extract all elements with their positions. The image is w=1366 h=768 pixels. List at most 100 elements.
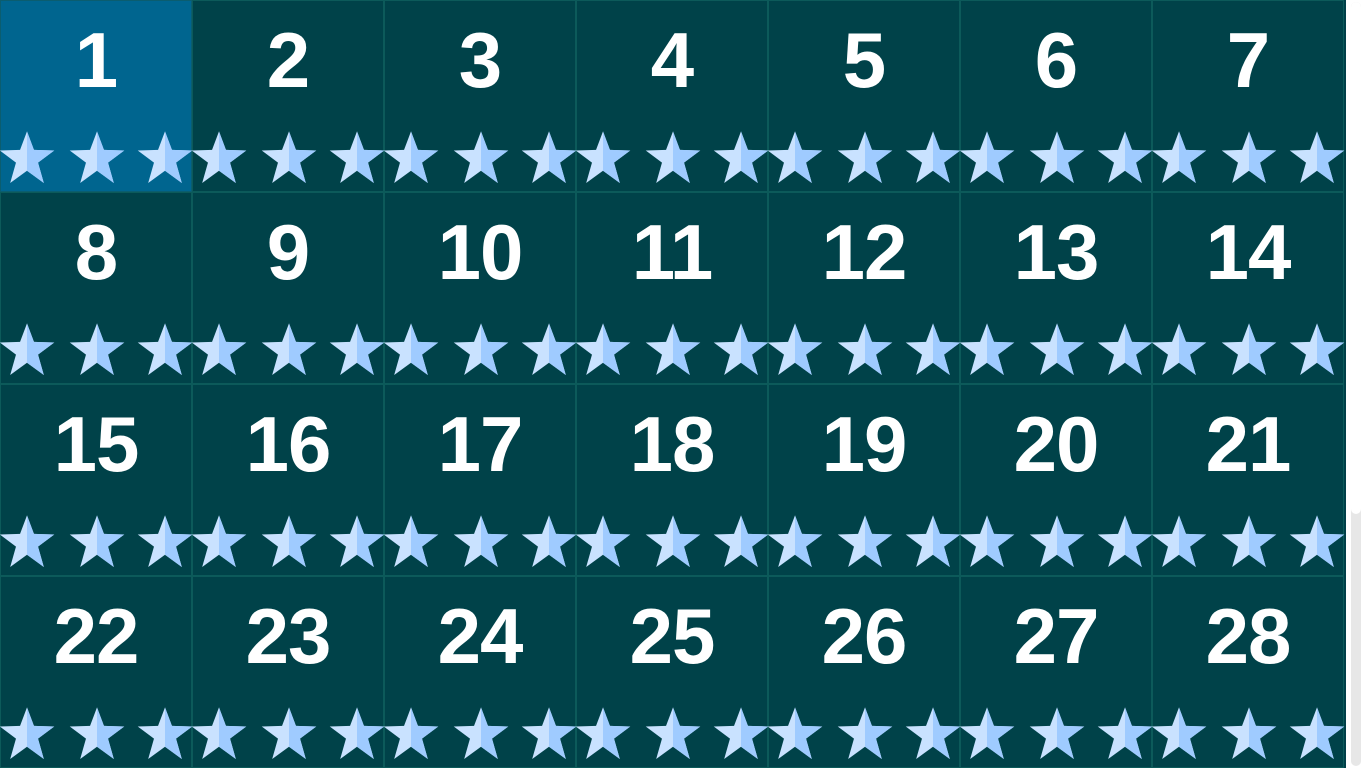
level-stars [190, 321, 385, 381]
star-icon [136, 321, 194, 379]
star-icon [766, 321, 824, 379]
level-tile-4[interactable]: 4 [574, 0, 769, 192]
star-icon [712, 513, 770, 571]
star-icon [958, 129, 1016, 187]
level-tile-20[interactable]: 20 [959, 384, 1154, 576]
level-stars [574, 321, 770, 381]
level-tile-19[interactable]: 19 [767, 384, 961, 576]
star-icon [260, 513, 318, 571]
level-tile-23[interactable]: 23 [191, 576, 386, 768]
level-stars [958, 129, 1154, 189]
level-number: 23 [245, 592, 332, 680]
star-icon [520, 129, 578, 187]
level-tile-26[interactable]: 26 [767, 576, 962, 768]
level-number: 20 [1013, 400, 1100, 488]
star-icon [958, 705, 1016, 763]
star-icon [574, 321, 632, 379]
level-tile-3[interactable]: 3 [383, 0, 578, 192]
star-icon [644, 129, 702, 187]
level-number: 7 [1226, 16, 1270, 104]
star-icon [190, 129, 248, 187]
star-icon [1288, 129, 1346, 187]
level-stars [958, 705, 1153, 765]
level-stars [958, 321, 1154, 381]
star-icon [1028, 129, 1086, 187]
star-icon [1096, 513, 1154, 571]
level-tile-9[interactable]: 9 [190, 192, 385, 384]
level-stars [190, 513, 386, 573]
level-tile-21[interactable]: 21 [1151, 384, 1346, 576]
level-tile-16[interactable]: 16 [190, 384, 386, 576]
level-tile-28[interactable]: 28 [1150, 576, 1346, 768]
star-icon [836, 513, 894, 571]
level-tile-15[interactable]: 15 [0, 384, 193, 576]
star-icon [1288, 705, 1346, 763]
star-icon [836, 129, 894, 187]
star-icon [260, 705, 318, 763]
star-icon [328, 513, 386, 571]
star-icon [574, 129, 632, 187]
star-icon [382, 513, 440, 571]
level-number: 24 [437, 592, 524, 680]
star-icon [452, 321, 510, 379]
level-stars [0, 129, 193, 189]
star-icon [0, 705, 56, 763]
level-tile-13[interactable]: 13 [958, 192, 1154, 384]
level-stars [1151, 129, 1346, 189]
star-icon [958, 321, 1016, 379]
level-tile-12[interactable]: 12 [766, 192, 962, 384]
level-number: 12 [821, 208, 908, 296]
level-tile-14[interactable]: 14 [1151, 192, 1345, 384]
star-icon [0, 321, 56, 379]
level-number: 28 [1205, 592, 1292, 680]
level-stars [767, 705, 962, 765]
star-icon [904, 321, 962, 379]
star-icon [1288, 513, 1346, 571]
level-tile-7[interactable]: 7 [1151, 0, 1346, 192]
level-tile-24[interactable]: 24 [382, 576, 577, 768]
level-tile-27[interactable]: 27 [958, 576, 1153, 768]
level-number: 26 [821, 592, 908, 680]
level-tile-5[interactable]: 5 [767, 0, 961, 192]
level-number: 10 [437, 208, 524, 296]
level-stars [382, 705, 577, 765]
star-icon [1028, 705, 1086, 763]
level-number: 5 [842, 16, 886, 104]
star-icon [1220, 321, 1278, 379]
vertical-scrollbar[interactable] [1346, 0, 1366, 768]
level-tile-1[interactable]: 1 [0, 0, 193, 192]
level-stars [1150, 705, 1346, 765]
level-tile-6[interactable]: 6 [958, 0, 1154, 192]
level-tile-17[interactable]: 17 [382, 384, 577, 576]
star-icon [260, 321, 318, 379]
star-icon [452, 705, 510, 763]
star-icon [68, 129, 126, 187]
level-number: 25 [629, 592, 716, 680]
level-stars [574, 129, 769, 189]
star-icon [190, 513, 248, 571]
level-tile-8[interactable]: 8 [0, 192, 194, 384]
star-icon [68, 705, 126, 763]
star-icon [1028, 321, 1086, 379]
star-icon [1096, 321, 1154, 379]
level-tile-25[interactable]: 25 [575, 576, 769, 768]
level-tile-18[interactable]: 18 [575, 384, 770, 576]
level-tile-2[interactable]: 2 [190, 0, 385, 192]
level-number: 13 [1013, 208, 1100, 296]
level-number: 1 [74, 16, 118, 104]
star-icon [1096, 129, 1154, 187]
level-stars [0, 513, 193, 573]
star-icon [382, 705, 440, 763]
star-icon [190, 321, 248, 379]
star-icon [712, 321, 770, 379]
level-number: 21 [1205, 400, 1292, 488]
star-icon [1150, 705, 1208, 763]
star-icon [328, 705, 386, 763]
level-stars [767, 513, 961, 573]
level-tile-10[interactable]: 10 [383, 192, 577, 384]
level-tile-11[interactable]: 11 [574, 192, 770, 384]
scrollbar-thumb[interactable] [1351, 2, 1361, 514]
level-tile-22[interactable]: 22 [0, 576, 193, 768]
star-icon [904, 705, 962, 763]
level-number: 6 [1034, 16, 1078, 104]
